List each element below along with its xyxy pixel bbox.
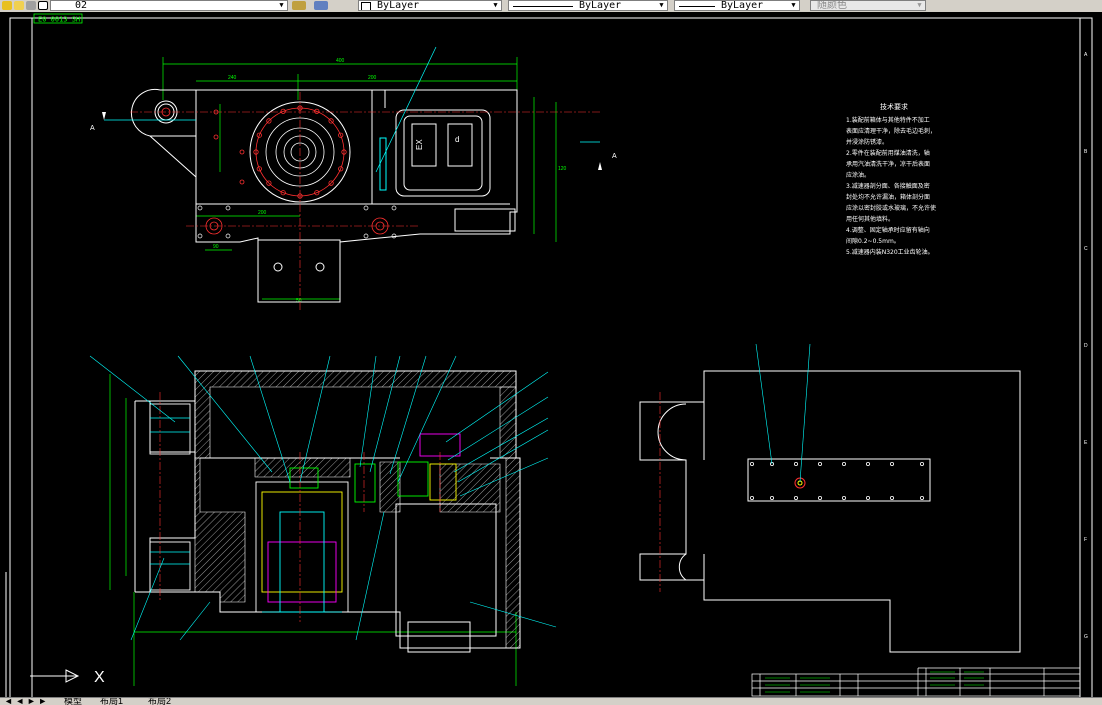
grid-letter: F <box>1084 537 1087 543</box>
layer-manager-icon[interactable] <box>292 1 306 10</box>
tag-box: E0 0013 SH <box>33 13 83 24</box>
tech-line: 4.调整、固定轴承时应留有轴向 <box>846 226 930 234</box>
side-bolts <box>750 461 925 500</box>
color-value: ByLayer <box>377 0 420 11</box>
grid-letters: A B C D E F G <box>1084 52 1088 640</box>
cover-bolt <box>890 461 895 466</box>
section-mark: A <box>612 153 617 160</box>
cover-bolt <box>770 495 775 500</box>
linetype-dropdown[interactable]: ByLayer ▼ <box>508 0 668 11</box>
linetype-preview <box>513 6 573 7</box>
cover-bolt <box>866 461 871 466</box>
layer-freeze-icon[interactable] <box>14 1 24 10</box>
dim-label: 200 <box>258 210 267 216</box>
tech-line: 封处均不允许漏油，箱体剖分面 <box>846 193 930 201</box>
dim-label: 240 <box>228 75 237 81</box>
section-mark: A <box>90 125 95 132</box>
cover-bolt <box>818 495 823 500</box>
cover-bolt <box>750 461 755 466</box>
chevron-down-icon: ▼ <box>493 1 498 9</box>
tech-line: 应涂油。 <box>846 171 870 179</box>
cover-bolt <box>866 495 871 500</box>
tech-line: 3.减速器剖分面、各接触面及密 <box>846 182 930 190</box>
layer-name: 02 <box>75 0 88 11</box>
grid-letter: G <box>1084 634 1088 640</box>
cover-bolt <box>920 461 925 466</box>
tech-line: 用任何其他填料。 <box>846 215 894 223</box>
chevron-down-icon: ▼ <box>791 1 796 9</box>
cover-bolt <box>794 461 799 466</box>
window-label: d <box>455 135 459 144</box>
layer-lock-icon[interactable] <box>26 1 36 10</box>
dim-label: 50 <box>296 298 302 304</box>
side-view <box>639 370 1021 653</box>
color-dropdown[interactable]: ByLayer ▼ <box>358 0 502 11</box>
section-arrow-icon <box>598 162 602 170</box>
tech-line: 应涂以密封胶或水玻璃，不允许使 <box>846 204 936 212</box>
top-view: 400 240 200 120 200 90 50 EX d A A <box>90 46 617 312</box>
cover-bolt <box>920 495 925 500</box>
cover-bolt <box>794 495 799 500</box>
tech-line: 间隙0.2~0.5mm。 <box>846 237 900 245</box>
dim-label: 200 <box>368 75 377 81</box>
grid-letter: E <box>1084 440 1088 446</box>
drawing-canvas[interactable]: E0 0013 SH A B C D E F G 400 240 200 120 200 9… <box>0 12 1102 698</box>
layer-previous-icon[interactable] <box>314 1 328 10</box>
section-view <box>89 355 557 686</box>
tech-line: 5.减速器内装N320工业齿轮油。 <box>846 248 934 256</box>
chevron-down-icon: ▼ <box>279 1 284 9</box>
grid-letter: A <box>1084 52 1088 58</box>
tech-line: 承用汽油清洗干净，凉干后表面 <box>846 160 930 168</box>
tech-requirements: 技术要求 1.装配前箱体与其他特件不加工表面应清理干净，除去毛边毛刺， 并浸涂防锈… <box>846 102 936 256</box>
tech-title: 技术要求 <box>880 102 908 111</box>
drawing-tag: E0 0013 SH <box>38 16 80 24</box>
cover-bolt <box>890 495 895 500</box>
layer-color-icon[interactable] <box>38 1 48 10</box>
grid-letter: D <box>1084 343 1088 349</box>
color-swatch <box>361 2 371 10</box>
plotstyle-dropdown[interactable]: 随颜色 ▼ <box>810 0 926 11</box>
tech-line: 1.装配前箱体与其他特件不加工 <box>846 116 930 124</box>
layer-dropdown[interactable]: 02 ▼ <box>50 0 288 11</box>
cover-bolt <box>842 461 847 466</box>
grid-letter: C <box>1084 246 1088 252</box>
dim-label: 120 <box>558 166 567 172</box>
ucs-x-label: X <box>94 669 105 686</box>
cover-bolt <box>750 495 755 500</box>
tech-line: 并浸涂防锈漆。 <box>846 138 888 146</box>
layer-on-icon[interactable] <box>2 1 12 10</box>
ucs-icon <box>5 572 80 698</box>
lineweight-dropdown[interactable]: ByLayer ▼ <box>674 0 800 11</box>
chevron-down-icon: ▼ <box>917 1 922 9</box>
section-arrow-icon <box>102 112 106 120</box>
window-label: EX <box>415 139 424 150</box>
lineweight-preview <box>679 6 715 7</box>
cover-bolt <box>818 461 823 466</box>
cover-bolt <box>842 495 847 500</box>
chevron-down-icon: ▼ <box>659 1 664 9</box>
tech-line: 2.零件在装配前用煤油清洗，轴 <box>846 149 930 157</box>
dim-label: 400 <box>336 58 345 64</box>
grid-letter: B <box>1084 149 1088 155</box>
tech-line: 表面应清理干净，除去毛边毛刺， <box>846 127 936 135</box>
plotstyle-value: 随颜色 <box>817 0 847 11</box>
dim-label: 90 <box>213 244 219 250</box>
